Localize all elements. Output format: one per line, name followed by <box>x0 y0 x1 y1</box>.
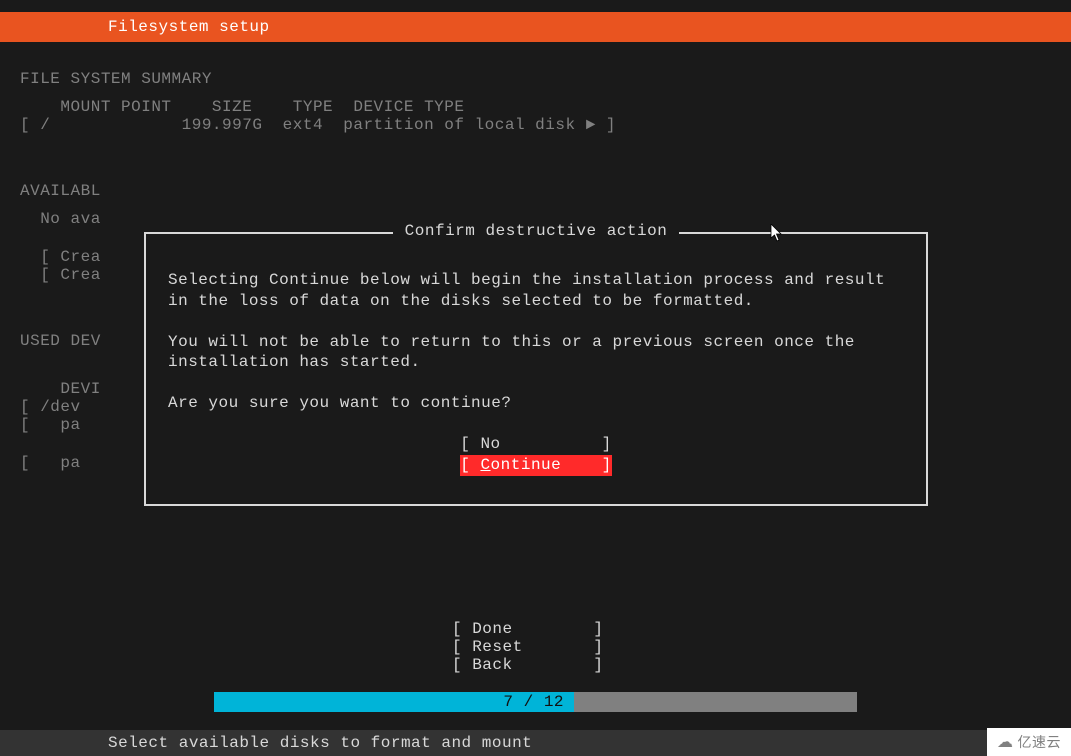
cloud-icon: ☁ <box>997 732 1014 752</box>
done-button[interactable]: [ Done ] <box>0 620 1071 638</box>
hint-bar: Select available disks to format and mou… <box>0 730 1071 756</box>
watermark: ☁ 亿速云 <box>987 728 1071 756</box>
progress-active: 7 / 12 <box>214 692 575 712</box>
continue-button[interactable]: [ Continue ] <box>460 455 612 476</box>
confirm-dialog: Confirm destructive action Selecting Con… <box>144 232 928 506</box>
dialog-body: Selecting Continue below will begin the … <box>168 270 904 476</box>
hint-text: Select available disks to format and mou… <box>108 734 532 752</box>
progress-text: 7 / 12 <box>503 693 574 711</box>
no-button[interactable]: [ No ] <box>460 434 612 455</box>
available-title: AVAILABL <box>20 182 1051 200</box>
dialog-title: Confirm destructive action <box>393 222 680 240</box>
dialog-para-2: You will not be able to return to this o… <box>168 332 904 374</box>
page-title: Filesystem setup <box>0 18 270 36</box>
dialog-title-wrap: Confirm destructive action <box>146 222 926 240</box>
summary-row[interactable]: [ / 199.997G ext4 partition of local dis… <box>20 116 1051 134</box>
dialog-para-1: Selecting Continue below will begin the … <box>168 270 904 312</box>
progress-bar: 7 / 12 <box>214 692 858 712</box>
reset-button[interactable]: [ Reset ] <box>0 638 1071 656</box>
summary-title: FILE SYSTEM SUMMARY <box>20 70 1051 88</box>
header-bar: Filesystem setup <box>0 12 1071 42</box>
dialog-buttons: [ No ] [ Continue ] <box>168 434 904 476</box>
watermark-text: 亿速云 <box>1018 732 1062 752</box>
footer: [ Done ] [ Reset ] [ Back ] 7 / 12 Selec… <box>0 620 1071 756</box>
dialog-para-3: Are you sure you want to continue? <box>168 393 904 414</box>
summary-columns: MOUNT POINT SIZE TYPE DEVICE TYPE <box>20 98 1051 116</box>
footer-buttons: [ Done ] [ Reset ] [ Back ] <box>0 620 1071 674</box>
progress-remaining <box>574 692 857 712</box>
back-button[interactable]: [ Back ] <box>0 656 1071 674</box>
